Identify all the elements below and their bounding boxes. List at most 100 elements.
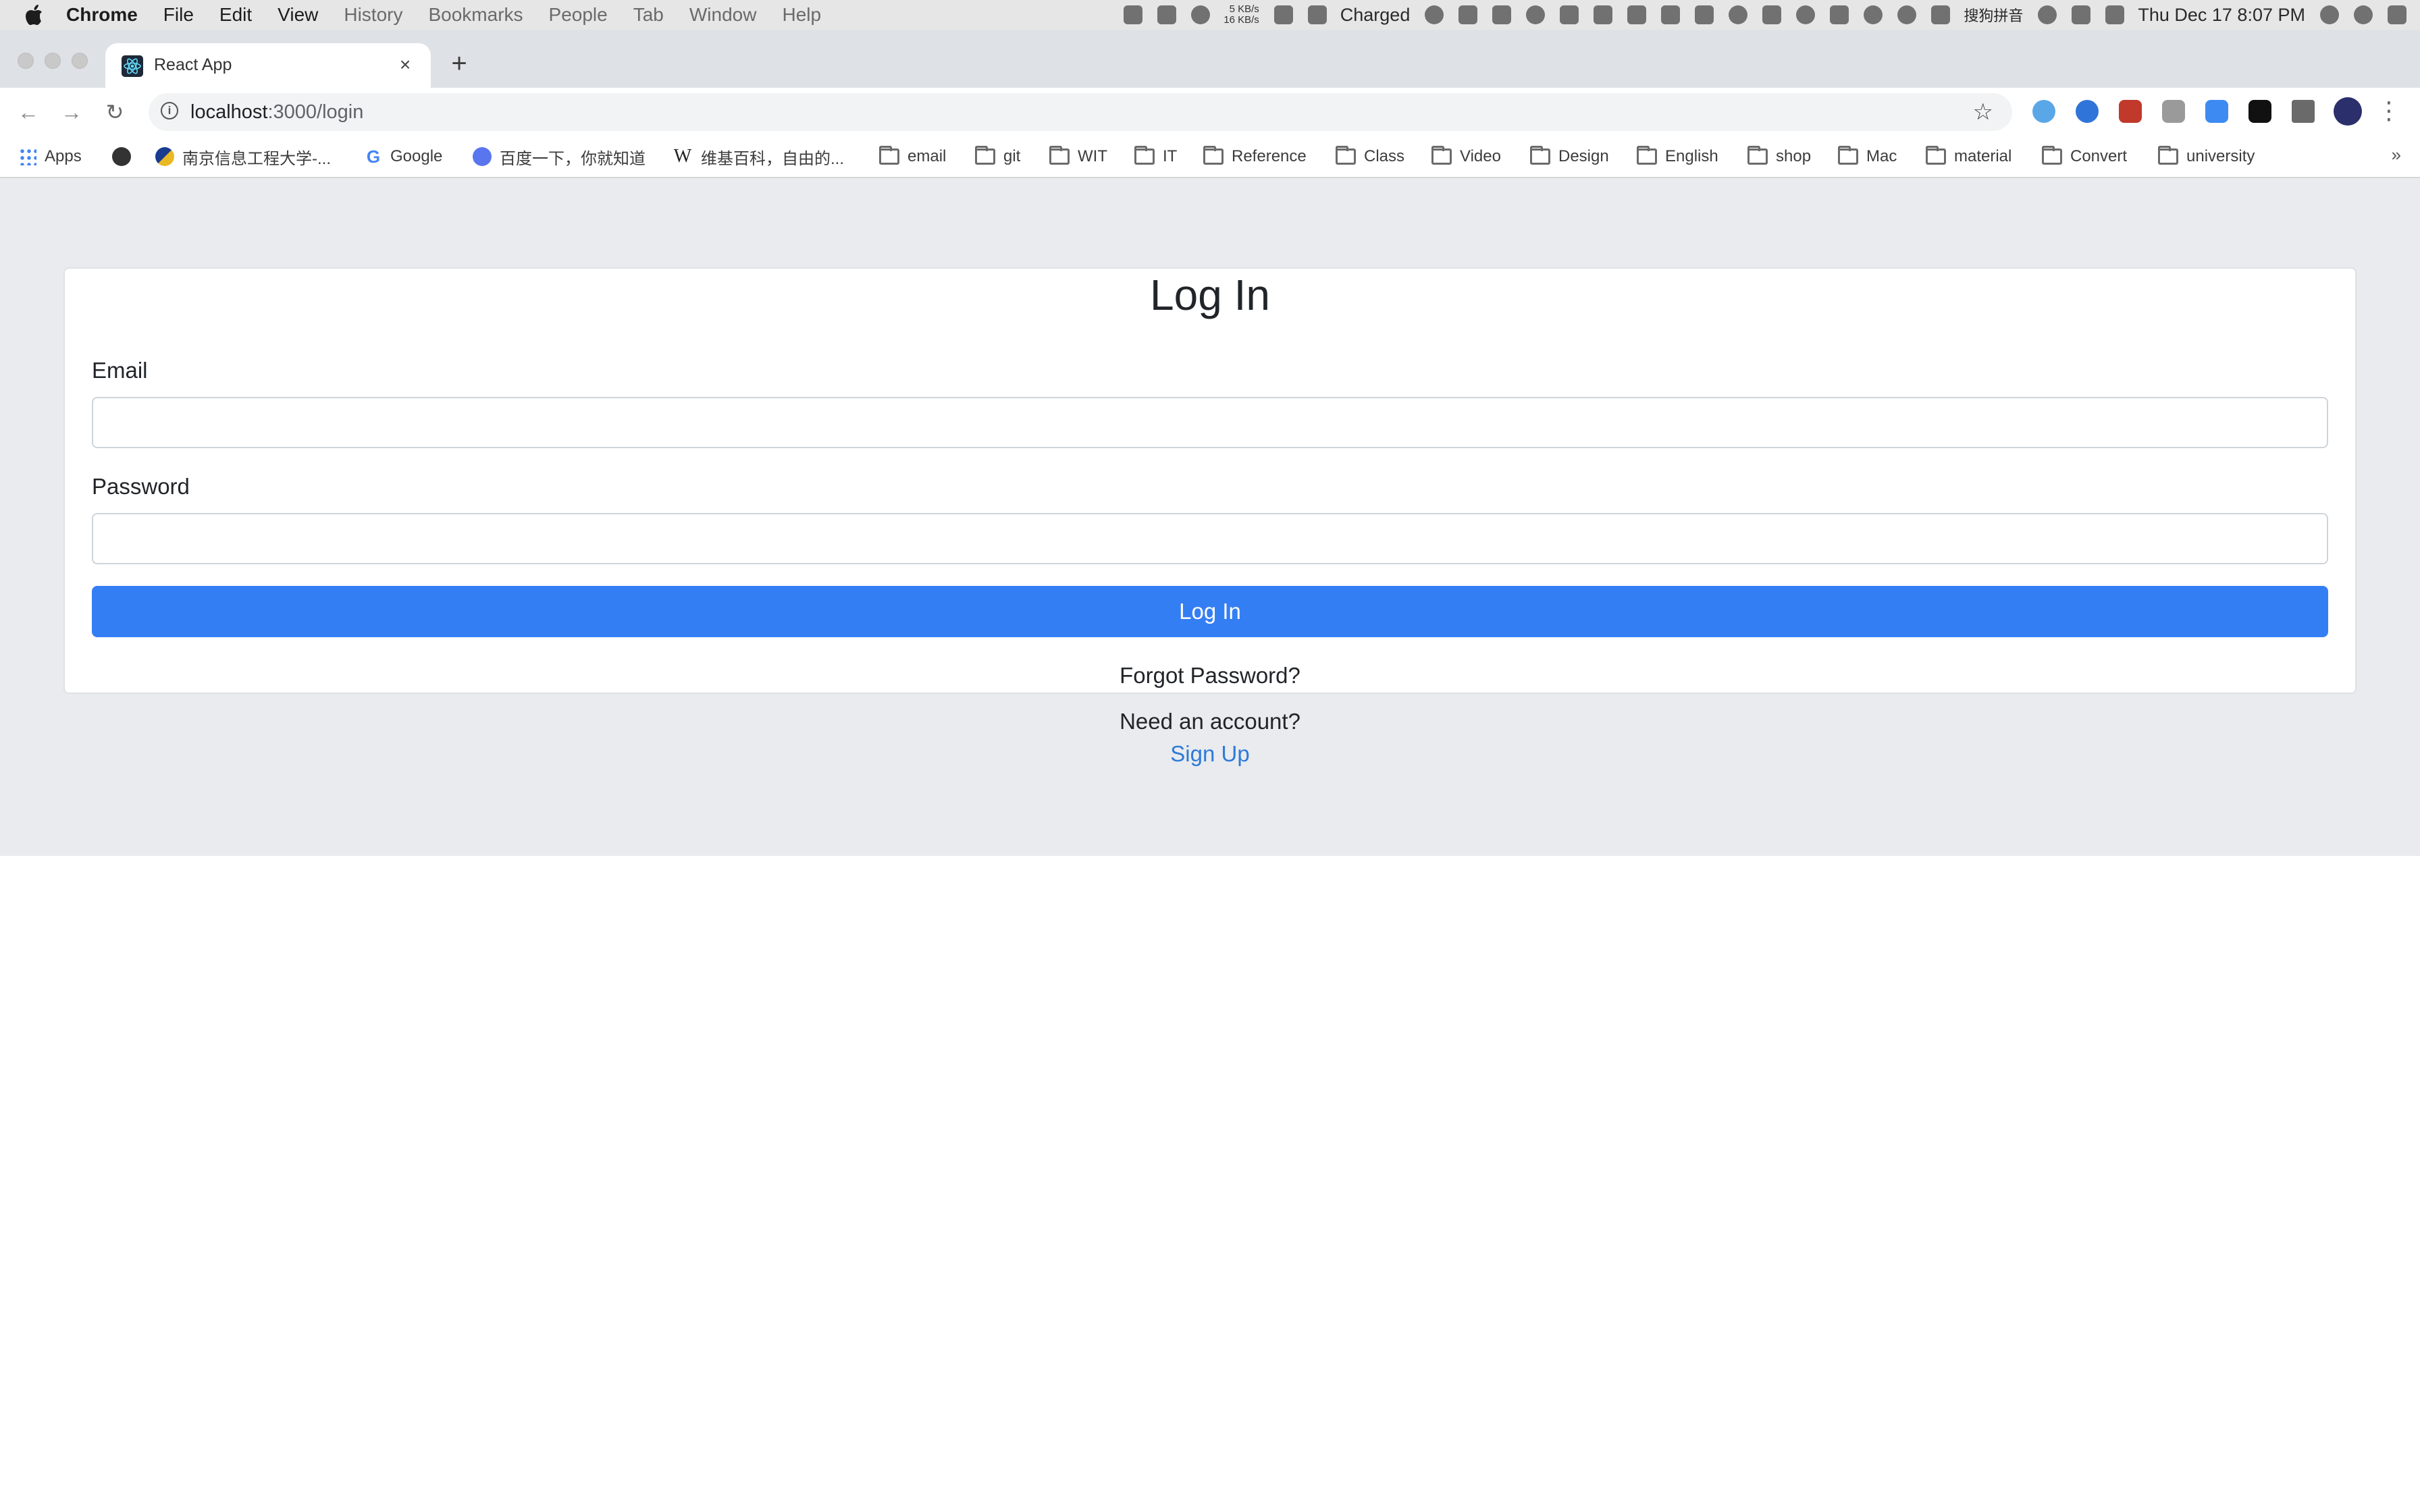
extensions-puzzle-icon[interactable] <box>2292 100 2315 123</box>
send-icon[interactable] <box>1492 5 1512 24</box>
profile-avatar[interactable] <box>2334 97 2362 126</box>
bookmark-folder-git[interactable]: git <box>975 144 1020 169</box>
menu-people[interactable]: People <box>549 4 608 26</box>
wifi-icon[interactable] <box>2072 5 2091 24</box>
sogou-icon[interactable] <box>1931 5 1951 24</box>
keyboard-icon[interactable] <box>2105 5 2125 24</box>
login-heading: Log In <box>1150 271 1270 319</box>
url-text[interactable]: localhost:3000/login <box>190 101 363 124</box>
extension-feather-icon[interactable] <box>2032 100 2055 123</box>
network-icon[interactable] <box>2038 5 2057 24</box>
reload-button[interactable]: ↻ <box>101 99 128 126</box>
upload-icon[interactable] <box>1762 5 1782 24</box>
menu-app-name[interactable]: Chrome <box>66 4 138 26</box>
bookmark-label: 百度一下，你就知道 <box>500 149 646 168</box>
new-tab-button[interactable]: + <box>446 50 473 77</box>
ae-icon[interactable] <box>1695 5 1714 24</box>
plus-cross-icon[interactable] <box>1661 5 1681 24</box>
tab-react-app[interactable]: React App × <box>105 43 431 88</box>
shield-v-icon[interactable] <box>1627 5 1647 24</box>
net-up: 5 KB/s <box>1229 3 1259 15</box>
docker-icon[interactable] <box>1560 5 1579 24</box>
drop-icon[interactable] <box>1594 5 1613 24</box>
bookmark-baidu[interactable]: 百度一下，你就知道 <box>473 144 646 169</box>
cloud-icon[interactable] <box>1729 5 1748 24</box>
menu-file[interactable]: File <box>163 4 194 26</box>
vpn-icon[interactable] <box>1273 5 1293 24</box>
bookmark-folder-mac[interactable]: Mac <box>1838 144 1897 169</box>
menu-help[interactable]: Help <box>782 4 821 26</box>
bookmark-folder-class[interactable]: Class <box>1336 144 1404 169</box>
siri-icon[interactable] <box>2354 5 2373 24</box>
aperture-icon[interactable] <box>1864 5 1883 24</box>
extension-gray-icon[interactable] <box>2162 100 2185 123</box>
bookmark-label: Convert <box>2070 147 2128 165</box>
check-icon[interactable] <box>1526 5 1546 24</box>
window-zoom-button[interactable] <box>72 53 88 69</box>
bookmark-folder-convert[interactable]: Convert <box>2042 144 2127 169</box>
tab-close-icon[interactable]: × <box>393 53 417 77</box>
forgot-password-link[interactable]: Forgot Password? <box>0 663 2420 688</box>
bookmark-folder-it[interactable]: IT <box>1134 144 1177 169</box>
battery-icon[interactable] <box>1307 5 1327 24</box>
input-method-label[interactable]: 搜狗拼音 <box>1964 4 2023 26</box>
chrome-menu-icon[interactable]: ⋮ <box>2377 97 2401 124</box>
window-close-button[interactable] <box>18 53 34 69</box>
bookmark-nuist[interactable]: 南京信息工程大学-... <box>155 144 331 169</box>
bookmark-folder-wit[interactable]: WIT <box>1049 144 1107 169</box>
menu-history[interactable]: History <box>344 4 402 26</box>
bookmark-folder-design[interactable]: Design <box>1530 144 1609 169</box>
bookmark-star-icon[interactable]: ☆ <box>1973 99 1993 126</box>
menu-edit[interactable]: Edit <box>219 4 252 26</box>
bookmark-wikipedia[interactable]: W 维基百科，自由的... <box>673 144 844 169</box>
bookmark-label: git <box>1003 147 1021 165</box>
bluetooth-icon[interactable] <box>1124 5 1143 24</box>
folder-icon <box>1336 146 1356 165</box>
bookmarks-overflow-button[interactable]: » <box>2392 144 2401 165</box>
signup-link[interactable]: Sign Up <box>1170 741 1249 766</box>
bookmark-globe[interactable] <box>112 144 131 169</box>
bookmark-folder-university[interactable]: university <box>2158 144 2255 169</box>
forward-button[interactable]: → <box>58 99 85 126</box>
apple-menu-icon[interactable] <box>26 4 46 26</box>
gauge-icon[interactable] <box>1897 5 1917 24</box>
spotlight-search-icon[interactable] <box>2320 5 2339 24</box>
bookmark-google[interactable]: G Google <box>365 144 443 169</box>
bookmark-label: 南京信息工程大学-... <box>182 149 331 168</box>
bookmark-folder-english[interactable]: English <box>1637 144 1718 169</box>
bookmark-label: Video <box>1460 147 1501 165</box>
bookmark-folder-video[interactable]: Video <box>1431 144 1501 169</box>
folder-icon <box>1203 146 1224 165</box>
extension-red-icon[interactable] <box>2119 100 2142 123</box>
shield-icon[interactable] <box>1458 5 1478 24</box>
address-bar[interactable]: i localhost:3000/login ☆ <box>149 93 2012 131</box>
bookmark-folder-reference[interactable]: Reference <box>1203 144 1307 169</box>
clock[interactable]: Thu Dec 17 8:07 PM <box>2138 5 2305 26</box>
email-field[interactable] <box>92 397 2328 448</box>
bookmark-folder-shop[interactable]: shop <box>1747 144 1811 169</box>
extension-zoom-icon[interactable] <box>2205 100 2228 123</box>
login-button[interactable]: Log In <box>92 586 2328 637</box>
sync-icon[interactable] <box>1425 5 1444 24</box>
notification-center-icon[interactable] <box>2388 5 2406 24</box>
window-minimize-button[interactable] <box>45 53 61 69</box>
grid-app-icon[interactable] <box>1830 5 1849 24</box>
star-status-icon[interactable] <box>1157 5 1177 24</box>
bookmark-folder-material[interactable]: material <box>1926 144 2011 169</box>
bookmark-folder-email[interactable]: email <box>879 144 946 169</box>
bookmark-label: Mac <box>1866 147 1897 165</box>
extension-vd-icon[interactable] <box>2248 100 2271 123</box>
net-down: 16 KB/s <box>1224 14 1259 26</box>
extension-shield-icon[interactable] <box>2076 100 2099 123</box>
site-info-icon[interactable]: i <box>161 102 178 119</box>
bookmark-apps[interactable]: Apps <box>19 144 82 169</box>
back-button[interactable]: ← <box>15 99 42 126</box>
menu-bookmarks[interactable]: Bookmarks <box>428 4 523 26</box>
record-icon[interactable] <box>1191 5 1211 24</box>
status-area: 5 KB/s 16 KB/s Charged 搜狗拼音 Thu Dec 17 8… <box>1109 0 2406 30</box>
menu-tab[interactable]: Tab <box>633 4 664 26</box>
wordpress-icon[interactable] <box>1796 5 1816 24</box>
menu-view[interactable]: View <box>278 4 318 26</box>
menu-window[interactable]: Window <box>689 4 757 26</box>
password-field[interactable] <box>92 513 2328 564</box>
